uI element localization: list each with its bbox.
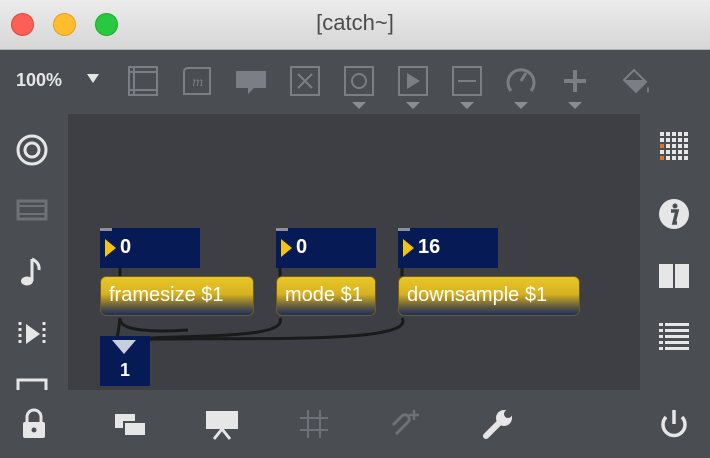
number-box-framesize[interactable]: 0 [100, 228, 200, 268]
dial-icon[interactable] [504, 64, 538, 98]
number-value: 16 [418, 236, 441, 258]
chevron-down-icon[interactable] [352, 102, 366, 109]
title-bar: [catch~] [0, 0, 710, 50]
message-box-framesize[interactable]: framesize $1 [100, 276, 254, 316]
toggle-x-icon[interactable] [288, 64, 322, 98]
output-value: 1 [119, 360, 130, 380]
message-box-mode[interactable]: mode $1 [276, 276, 376, 316]
number-arrow-icon [403, 239, 414, 257]
patcher-window: 100% m 0 0 16 framesize $1 mode $1 downs… [0, 50, 710, 458]
inlet [100, 228, 112, 231]
comment-m-icon[interactable]: m [180, 64, 214, 98]
split-view-icon[interactable] [656, 258, 692, 294]
chevron-down-icon[interactable] [514, 102, 528, 109]
paint-bucket-icon[interactable] [618, 64, 652, 98]
chevron-down-icon[interactable] [460, 102, 474, 109]
chevron-down-icon[interactable] [568, 102, 582, 109]
catch-object-output[interactable]: 1 [100, 336, 150, 386]
grid-icon[interactable] [296, 406, 332, 442]
target-icon[interactable] [14, 132, 50, 168]
plus-icon[interactable] [558, 64, 592, 98]
button-circle-icon[interactable] [342, 64, 376, 98]
inlet [398, 228, 410, 231]
presentation-icon[interactable] [204, 406, 240, 442]
slider-icon[interactable] [450, 64, 484, 98]
grid-palette-icon[interactable] [656, 128, 692, 164]
power-icon[interactable] [656, 406, 692, 442]
windows-icon[interactable] [112, 406, 148, 442]
outlet-triangle-icon [112, 340, 136, 354]
zoom-dropdown-icon[interactable] [87, 74, 99, 83]
number-box-mode[interactable]: 0 [276, 228, 376, 268]
svg-text:m: m [192, 75, 203, 89]
wrench-icon[interactable] [480, 406, 516, 442]
comment-bubble-icon[interactable] [234, 64, 268, 98]
number-box-downsample[interactable]: 16 [398, 228, 498, 268]
message-box-downsample[interactable]: downsample $1 [398, 276, 580, 316]
presentation-frame-icon[interactable] [126, 64, 160, 98]
patcher-canvas[interactable]: 0 0 16 framesize $1 mode $1 downsample $… [68, 114, 640, 390]
film-icon[interactable] [14, 192, 50, 228]
number-value: 0 [120, 236, 132, 258]
list-icon[interactable] [656, 318, 692, 354]
play-icon[interactable] [396, 64, 430, 98]
inlet [276, 228, 288, 231]
step-forward-icon[interactable] [14, 316, 50, 352]
number-arrow-icon [281, 239, 292, 257]
window-title: [catch~] [316, 10, 394, 35]
chevron-down-icon[interactable] [406, 102, 420, 109]
image-icon[interactable] [14, 376, 50, 390]
zoom-level[interactable]: 100% [16, 70, 62, 91]
add-attachment-icon[interactable] [388, 406, 424, 442]
lock-icon[interactable] [16, 406, 52, 442]
info-icon[interactable] [656, 196, 692, 232]
music-note-icon[interactable] [14, 254, 50, 290]
number-value: 0 [296, 236, 308, 258]
number-arrow-icon [105, 239, 116, 257]
